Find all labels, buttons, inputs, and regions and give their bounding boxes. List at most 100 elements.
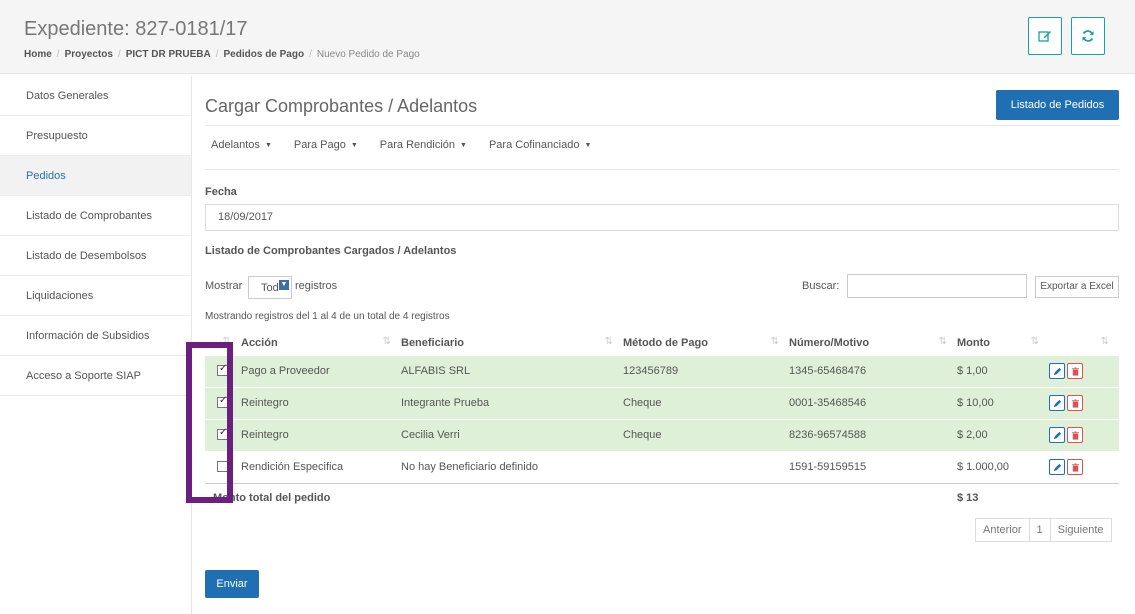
comprobantes-table: ⇅ Acción ⇅ Beneficiario ⇅ Método de Pago ⇅ … — [205, 331, 1119, 513]
chevron-down-icon: ▼ — [279, 280, 289, 290]
header-accion[interactable]: Acción ⇅ — [241, 331, 401, 355]
main-panel: Cargar Comprobantes / Adelantos Listado … — [193, 76, 1135, 614]
sidebar-item-pedidos[interactable]: Pedidos — [0, 156, 191, 196]
header-monto[interactable]: Monto ⇅ — [957, 331, 1049, 355]
caret-down-icon: ▼ — [264, 141, 272, 149]
tab-para-cofinanciado[interactable]: Para Cofinanciado ▼ — [489, 139, 591, 151]
export-excel-button[interactable]: Exportar a Excel — [1035, 276, 1119, 298]
tab-label: Para Rendición — [379, 139, 456, 151]
sidebar-item-listado-comprobantes[interactable]: Listado de Comprobantes — [0, 196, 191, 236]
total-row: Monto total del pedido $ 13 — [205, 483, 1119, 513]
header-label: Monto — [957, 336, 990, 349]
cell-metodo: 123456789 — [623, 354, 789, 387]
caret-down-icon: ▼ — [350, 141, 358, 149]
pencil-icon — [1053, 463, 1061, 471]
cell-monto: $ 2,00 — [957, 418, 1049, 451]
header-metodo[interactable]: Método de Pago ⇅ — [623, 331, 789, 355]
sort-icon: ⇅ — [382, 336, 391, 347]
cell-numero: 1591-59159515 — [789, 450, 957, 484]
refresh-button[interactable] — [1071, 17, 1105, 55]
edit-row-button[interactable] — [1049, 459, 1065, 475]
page-title: Expediente: 827-0181/17 — [24, 18, 248, 40]
sort-icon: ⇅ — [938, 336, 947, 347]
cell-beneficiario: Integrante Prueba — [401, 386, 623, 419]
trash-icon — [1071, 398, 1079, 408]
enviar-button[interactable]: Enviar — [205, 570, 259, 598]
cell-accion: Reintegro — [241, 386, 401, 419]
sidebar-item-listado-desembolsos[interactable]: Listado de Desembolsos — [0, 236, 191, 276]
divider — [205, 125, 1119, 126]
caret-down-icon: ▼ — [460, 141, 467, 149]
edit-row-button[interactable] — [1049, 427, 1065, 443]
sidebar: Datos Generales Presupuesto Pedidos List… — [0, 76, 192, 614]
delete-row-button[interactable] — [1067, 395, 1083, 411]
sort-icon: ⇅ — [604, 336, 613, 347]
cell-numero: 8236-96574588 — [789, 418, 957, 451]
delete-row-button[interactable] — [1067, 459, 1083, 475]
cell-monto: $ 1.000,00 — [957, 450, 1049, 484]
edit-icon — [1038, 31, 1051, 42]
mostrar-label: Mostrar — [205, 280, 243, 292]
table-header-row: ⇅ Acción ⇅ Beneficiario ⇅ Método de Pago ⇅ … — [205, 331, 1119, 355]
pager-prev-button[interactable]: Anterior — [976, 519, 1030, 541]
tab-label: Adelantos — [211, 139, 260, 151]
pencil-icon — [1053, 367, 1061, 375]
trash-icon — [1071, 366, 1079, 376]
pager-page-1[interactable]: 1 — [1030, 519, 1051, 541]
select-value: Tod — [261, 282, 279, 294]
sidebar-item-soporte-siap[interactable]: Acceso a Soporte SIAP — [0, 356, 191, 396]
listado-pedidos-button[interactable]: Listado de Pedidos — [996, 90, 1119, 120]
search-input[interactable] — [847, 274, 1027, 298]
caret-down-icon: ▼ — [584, 141, 592, 149]
pager-next-button[interactable]: Siguiente — [1051, 519, 1111, 541]
tab-label: Para Cofinanciado — [488, 139, 580, 151]
header-label: Beneficiario — [401, 336, 464, 349]
table-row: Reintegro Cecilia Verri Cheque 8236-9657… — [205, 418, 1119, 451]
cell-accion: Pago a Proveedor — [241, 354, 401, 387]
header-label: Número/Motivo — [789, 336, 870, 349]
delete-row-button[interactable] — [1067, 427, 1083, 443]
tab-adelantos[interactable]: Adelantos ▼ — [211, 139, 272, 151]
header-numero[interactable]: Número/Motivo ⇅ — [789, 331, 957, 355]
tab-para-pago[interactable]: Para Pago ▼ — [294, 139, 358, 151]
table-row: Pago a Proveedor ALFABIS SRL 123456789 1… — [205, 354, 1119, 387]
tab-para-rendicion[interactable]: Para Rendición ▼ — [380, 139, 467, 151]
section-heading: Cargar Comprobantes / Adelantos — [205, 96, 478, 116]
fecha-label: Fecha — [205, 186, 237, 198]
cell-beneficiario: No hay Beneficiario definido — [401, 450, 623, 484]
table-row: Rendición Especifica No hay Beneficiario… — [205, 450, 1119, 484]
cell-metodo — [623, 450, 789, 484]
pencil-icon — [1053, 431, 1061, 439]
sort-icon: ⇅ — [1100, 336, 1109, 347]
sidebar-item-liquidaciones[interactable]: Liquidaciones — [0, 276, 191, 316]
registros-label: registros — [295, 280, 338, 292]
page-length-select[interactable]: Tod ▼ — [248, 276, 292, 299]
tab-label: Para Pago — [293, 139, 346, 151]
header-label: Acción — [241, 336, 278, 349]
edit-button[interactable] — [1028, 17, 1062, 55]
breadcrumb: Home / Proyectos / PICT DR PRUEBA / Pedidos de… — [24, 49, 420, 60]
cell-beneficiario: Cecilia Verri — [401, 418, 623, 451]
cell-accion: Rendición Especifica — [241, 450, 401, 484]
header-label: Método de Pago — [623, 336, 708, 349]
list-section-title: Listado de Comprobantes Cargados / Adela… — [205, 245, 457, 257]
sidebar-item-datos-generales[interactable]: Datos Generales — [0, 76, 191, 116]
trash-icon — [1071, 462, 1079, 472]
breadcrumb-pedidos[interactable]: Pedidos de Pago — [224, 49, 305, 60]
table-row: Reintegro Integrante Prueba Cheque 0001-… — [205, 386, 1119, 419]
header-beneficiario[interactable]: Beneficiario ⇅ — [401, 331, 623, 355]
trash-icon — [1071, 430, 1079, 440]
delete-row-button[interactable] — [1067, 363, 1083, 379]
breadcrumb-project[interactable]: PICT DR PRUEBA — [126, 49, 211, 60]
breadcrumb-home[interactable]: Home — [24, 49, 52, 60]
divider — [205, 169, 1119, 170]
edit-row-button[interactable] — [1049, 363, 1065, 379]
cell-accion: Reintegro — [241, 418, 401, 451]
edit-row-button[interactable] — [1049, 395, 1065, 411]
refresh-icon — [1082, 30, 1094, 42]
sidebar-item-informacion-subsidios[interactable]: Información de Subsidios — [0, 316, 191, 356]
fecha-field[interactable]: 18/09/2017 — [205, 204, 1119, 231]
breadcrumb-proyectos[interactable]: Proyectos — [65, 49, 113, 60]
sidebar-item-presupuesto[interactable]: Presupuesto — [0, 116, 191, 156]
cell-numero: 1345-65468476 — [789, 354, 957, 387]
